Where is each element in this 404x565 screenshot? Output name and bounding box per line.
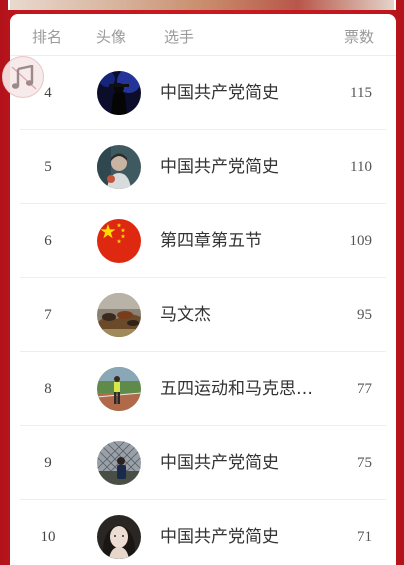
ranking-card: 排名 头像 选手 票数 4 中国共产党简史 115 5 中国共产党简史 110 … <box>10 14 396 565</box>
vote-count: 109 <box>349 233 373 249</box>
vote-count: 115 <box>350 85 372 101</box>
player-name[interactable]: 中国共产党简史 <box>160 426 320 500</box>
ranking-row[interactable]: 5 中国共产党简史 110 <box>20 130 386 204</box>
rank-column-header: 排名 <box>32 28 63 46</box>
ranking-row[interactable]: 9 中国共产党简史 75 <box>20 426 386 500</box>
rank-number: 5 <box>44 159 52 175</box>
avatar[interactable] <box>97 515 141 559</box>
avatar[interactable] <box>97 293 141 337</box>
rank-number: 6 <box>44 233 52 249</box>
avatar[interactable] <box>97 367 141 411</box>
avatar[interactable] <box>97 145 141 189</box>
player-name[interactable]: 中国共产党简史 <box>160 130 320 204</box>
rank-number: 7 <box>44 307 52 323</box>
ranking-row[interactable]: 8 五四运动和马克思主义的传播 77 <box>20 352 386 426</box>
rank-number: 10 <box>40 529 56 545</box>
avatar[interactable] <box>97 71 141 115</box>
player-name[interactable]: 五四运动和马克思主义的传播 <box>160 352 320 426</box>
player-name[interactable]: 第四章第五节 <box>160 204 320 278</box>
rank-number: 9 <box>44 455 52 471</box>
vote-count: 77 <box>357 381 372 397</box>
ranking-row[interactable]: 7 马文杰 95 <box>20 278 386 352</box>
vote-count: 71 <box>357 529 372 545</box>
vote-count: 75 <box>357 455 372 471</box>
avatar[interactable] <box>97 441 141 485</box>
player-name[interactable]: 中国共产党简史 <box>160 500 320 565</box>
ranking-row[interactable]: 10 中国共产党简史 71 <box>20 500 386 565</box>
player-name[interactable]: 中国共产党简史 <box>160 56 320 130</box>
player-column-header: 选手 <box>164 28 195 46</box>
banner-bottom-strip <box>8 0 396 10</box>
ranking-row[interactable]: 4 中国共产党简史 115 <box>20 56 386 130</box>
avatar[interactable] <box>97 219 141 263</box>
player-name[interactable]: 马文杰 <box>160 278 320 352</box>
ranking-row[interactable]: 6 第四章第五节 109 <box>20 204 386 278</box>
vote-count: 110 <box>350 159 372 175</box>
avatar-column-header: 头像 <box>96 28 127 46</box>
vote-count: 95 <box>357 307 372 323</box>
ranking-header: 排名 头像 选手 票数 <box>10 14 396 56</box>
rank-number: 8 <box>44 381 52 397</box>
music-toggle-button[interactable] <box>2 56 44 98</box>
music-note-icon <box>11 65 37 90</box>
votes-column-header: 票数 <box>343 28 374 46</box>
